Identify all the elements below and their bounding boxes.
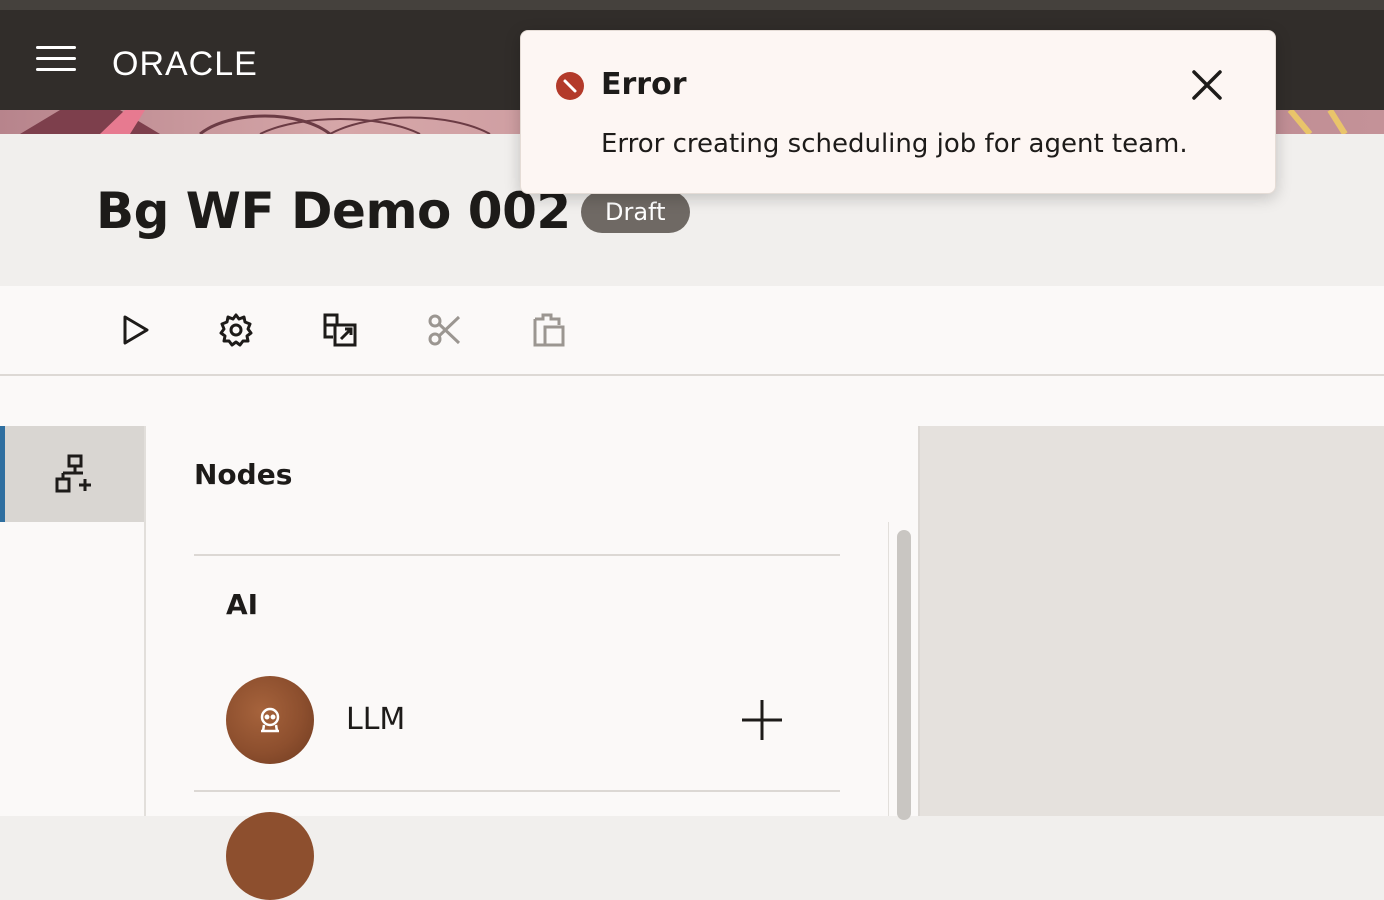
divider xyxy=(194,554,840,556)
left-rail xyxy=(0,426,146,816)
oracle-logo: ORACLE xyxy=(112,47,258,79)
error-icon xyxy=(556,72,584,100)
divider xyxy=(194,790,840,792)
scissors-icon xyxy=(428,314,461,346)
workflow-canvas[interactable] xyxy=(918,426,1384,816)
paste-button[interactable] xyxy=(526,308,570,352)
toolbar-spacer xyxy=(0,376,1384,426)
settings-button[interactable] xyxy=(214,308,258,352)
list-item-llm[interactable]: LLM xyxy=(226,676,786,766)
robot-icon xyxy=(260,707,280,733)
close-icon xyxy=(1192,70,1222,100)
panel-title: Nodes xyxy=(194,458,293,491)
hamburger-menu-icon[interactable] xyxy=(36,46,76,74)
error-toast: Error Error creating scheduling job for … xyxy=(520,30,1276,194)
gear-icon xyxy=(219,313,253,347)
add-node-icon xyxy=(55,454,91,493)
add-node-button[interactable] xyxy=(740,698,784,742)
export-icon xyxy=(323,313,357,347)
toast-title: Error xyxy=(601,67,687,102)
page-title: Bg WF Demo 002 xyxy=(96,182,571,240)
close-button[interactable] xyxy=(1189,67,1225,103)
section-title-ai: AI xyxy=(226,588,259,621)
cut-button[interactable] xyxy=(422,308,466,352)
node-avatar xyxy=(226,676,314,764)
play-icon xyxy=(123,315,149,345)
toast-message: Error creating scheduling job for agent … xyxy=(601,129,1188,159)
plus-icon xyxy=(742,700,782,740)
export-button[interactable] xyxy=(318,308,362,352)
node-avatar xyxy=(226,812,314,900)
scrollbar[interactable] xyxy=(888,522,916,820)
paste-icon xyxy=(533,313,565,347)
run-button[interactable] xyxy=(112,308,156,352)
svg-text:ORACLE: ORACLE xyxy=(112,47,258,79)
scrollbar-thumb[interactable] xyxy=(897,530,911,820)
rail-tab-nodes[interactable] xyxy=(0,426,144,522)
toolbar xyxy=(0,286,1384,376)
nodes-panel: Nodes AI LLM xyxy=(146,426,918,900)
node-label: LLM xyxy=(346,702,406,737)
status-badge: Draft xyxy=(581,191,690,233)
